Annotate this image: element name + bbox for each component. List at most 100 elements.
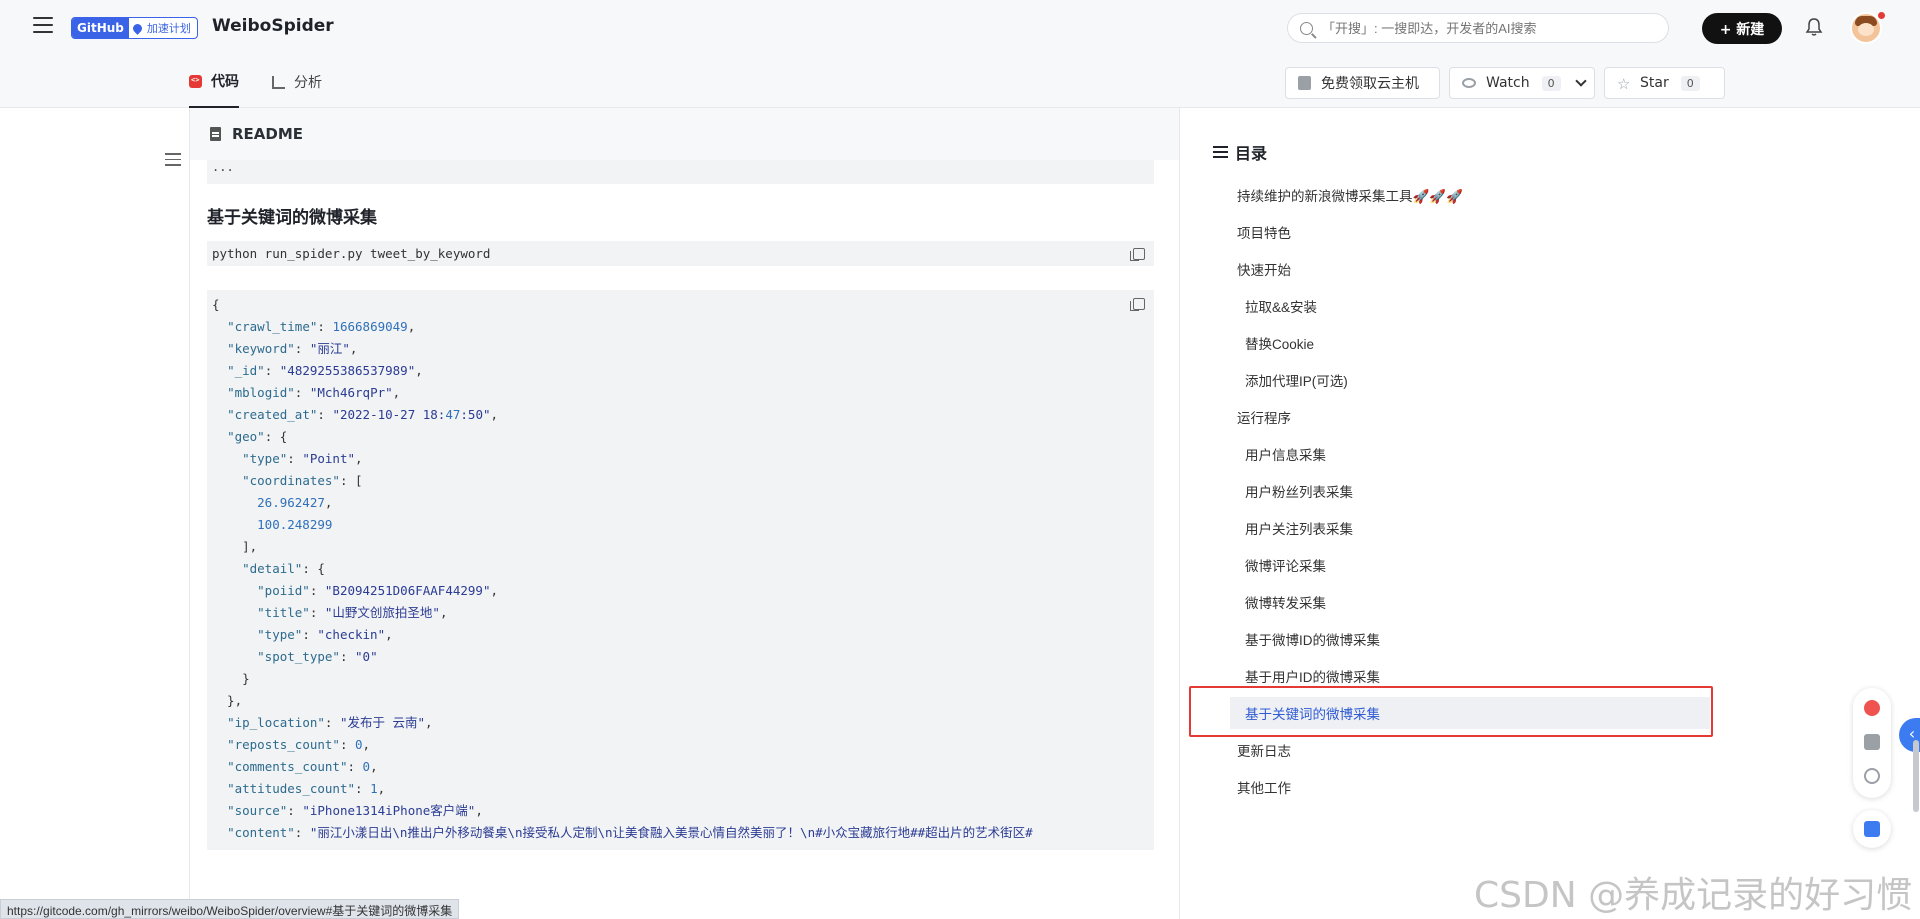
code-line: "_id": "4829255386537989", xyxy=(227,363,423,378)
notification-dot xyxy=(1878,12,1885,19)
bell-icon[interactable] xyxy=(1805,17,1823,37)
code-line: "crawl_time": 1666869049, xyxy=(227,319,416,334)
annotation-highlight-box xyxy=(1189,686,1713,737)
watch-button[interactable]: Watch 0 xyxy=(1449,67,1595,99)
star-count: 0 xyxy=(1680,75,1700,91)
menu-icon[interactable] xyxy=(33,17,53,37)
command-text: python run_spider.py tweet_by_keyword xyxy=(212,246,491,261)
code-line: { xyxy=(212,297,220,312)
chat-icon[interactable] xyxy=(1864,700,1880,716)
readme-panel: README ... 基于关键词的微博采集 python run_spider.… xyxy=(189,108,1180,919)
code-line: "title": "山野文创旅拍圣地", xyxy=(257,605,448,620)
scrollbar-thumb[interactable] xyxy=(1913,740,1919,812)
code-line: "keyword": "丽江", xyxy=(227,341,358,356)
watch-label: Watch xyxy=(1486,75,1530,91)
tab-code-label: 代码 xyxy=(211,74,239,90)
watermark: CSDN @养成记录的好习惯 xyxy=(1474,875,1913,916)
tab-analysis[interactable]: 分析 xyxy=(272,56,322,108)
section-heading: 基于关键词的微博采集 xyxy=(207,208,377,228)
copy-icon[interactable] xyxy=(1130,248,1145,261)
bookmark-icon[interactable] xyxy=(1864,734,1880,750)
chart-icon xyxy=(272,75,285,89)
user-avatar[interactable] xyxy=(1850,12,1882,44)
outline-toggle-icon[interactable] xyxy=(165,153,181,167)
eye-icon xyxy=(1462,78,1476,88)
toc-title: 目录 xyxy=(1213,140,1267,164)
tab-analysis-label: 分析 xyxy=(294,75,322,91)
readme-title: README xyxy=(232,125,304,143)
toc-item[interactable]: 用户粉丝列表采集 xyxy=(1245,481,1353,501)
watch-count: 0 xyxy=(1541,75,1561,91)
search-icon xyxy=(1300,21,1313,35)
search-bar[interactable] xyxy=(1287,13,1669,43)
repo-title[interactable]: WeiboSpider xyxy=(212,16,334,36)
json-code-block: { "crawl_time": 1666869049, "keyword": "… xyxy=(207,290,1154,850)
toc-title-label: 目录 xyxy=(1235,144,1268,163)
new-button[interactable]: + 新建 xyxy=(1702,13,1782,44)
toc-item[interactable]: 运行程序 xyxy=(1237,407,1291,427)
code-line: "poiid": "B2094251D06FAAF44299", xyxy=(257,583,499,598)
toc-item[interactable]: 其他工作 xyxy=(1237,777,1291,797)
copy-icon[interactable] xyxy=(1130,298,1145,311)
code-line: "type": "checkin", xyxy=(257,627,393,642)
code-line: 100.248299 xyxy=(257,517,333,532)
logo-github-text: GitHub xyxy=(72,18,129,38)
floating-help-button[interactable] xyxy=(1853,810,1891,848)
toc-item[interactable]: 项目特色 xyxy=(1237,222,1291,242)
toc-item[interactable]: 持续维护的新浪微博采集工具🚀🚀🚀 xyxy=(1237,185,1463,205)
toc-item[interactable]: 更新日志 xyxy=(1237,740,1291,760)
code-line: "detail": { xyxy=(242,561,325,576)
toc-item[interactable]: 微博评论采集 xyxy=(1245,555,1326,575)
free-cloud-host-button[interactable]: 免费领取云主机 xyxy=(1285,67,1440,99)
code-line: "attitudes_count": 1, xyxy=(227,781,386,796)
top-navbar: GitHub 加速计划 WeiboSpider + 新建 xyxy=(0,0,1920,56)
toc-item[interactable]: 替换Cookie xyxy=(1245,333,1314,353)
toc-item[interactable]: 拉取&&安装 xyxy=(1245,296,1317,316)
toc-item[interactable]: 快速开始 xyxy=(1237,259,1291,279)
chevron-down-icon[interactable] xyxy=(1566,68,1594,98)
code-line: "created_at": "2022-10-27 18:47:50", xyxy=(227,407,499,422)
star-label: Star xyxy=(1640,75,1669,91)
code-line: "type": "Point", xyxy=(242,451,363,466)
code-line: "ip_location": "发布于 云南", xyxy=(227,715,433,730)
logo-plan-text: 加速计划 xyxy=(129,20,197,36)
star-button[interactable]: ☆ Star 0 xyxy=(1604,67,1725,99)
status-url: https://gitcode.com/gh_mirrors/weibo/Wei… xyxy=(0,899,460,919)
code-line: "spot_type": "0" xyxy=(257,649,378,664)
document-icon xyxy=(210,127,221,141)
code-line: "reposts_count": 0, xyxy=(227,737,371,752)
help-icon xyxy=(1864,821,1880,837)
toc-item[interactable]: 添加代理IP(可选) xyxy=(1245,370,1348,390)
star-icon: ☆ xyxy=(1617,74,1631,93)
logo-plan-label: 加速计划 xyxy=(146,22,191,35)
server-icon xyxy=(1298,76,1311,90)
code-icon xyxy=(189,74,202,88)
github-accelerate-logo[interactable]: GitHub 加速计划 xyxy=(71,17,198,39)
code-line: "source": "iPhone1314iPhone客户端", xyxy=(227,803,483,818)
code-line: "coordinates": [ xyxy=(242,473,363,488)
list-icon xyxy=(1213,146,1228,158)
rocket-icon xyxy=(131,21,144,35)
command-code-block: python run_spider.py tweet_by_keyword xyxy=(207,241,1154,266)
code-line: "geo": { xyxy=(227,429,288,444)
search-input[interactable] xyxy=(1322,20,1652,36)
code-line: }, xyxy=(212,693,243,708)
readme-header: README xyxy=(190,108,1179,160)
code-line: ], xyxy=(212,539,258,554)
floating-toolbar xyxy=(1853,688,1891,798)
smile-icon[interactable] xyxy=(1864,768,1880,784)
code-line: 26.962427, xyxy=(257,495,333,510)
tab-code[interactable]: 代码 xyxy=(189,56,239,108)
toc-item[interactable]: 基于微博ID的微博采集 xyxy=(1245,629,1380,649)
toc-item[interactable]: 基于用户ID的微博采集 xyxy=(1245,666,1380,686)
previous-code-block-tail: ... xyxy=(207,160,1154,184)
toc-item[interactable]: 用户关注列表采集 xyxy=(1245,518,1353,538)
toc-item[interactable]: 用户信息采集 xyxy=(1245,444,1326,464)
avatar-face xyxy=(1858,23,1874,36)
code-line: } xyxy=(212,671,250,686)
code-line: "mblogid": "Mch46rqPr", xyxy=(227,385,401,400)
code-line: "content": "丽江小漾日出\n推出户外移动餐桌\n接受私人定制\n让美… xyxy=(227,825,1033,840)
code-line: "comments_count": 0, xyxy=(227,759,378,774)
toc-item[interactable]: 微博转发采集 xyxy=(1245,592,1326,612)
code-line: ", xyxy=(212,844,1149,850)
